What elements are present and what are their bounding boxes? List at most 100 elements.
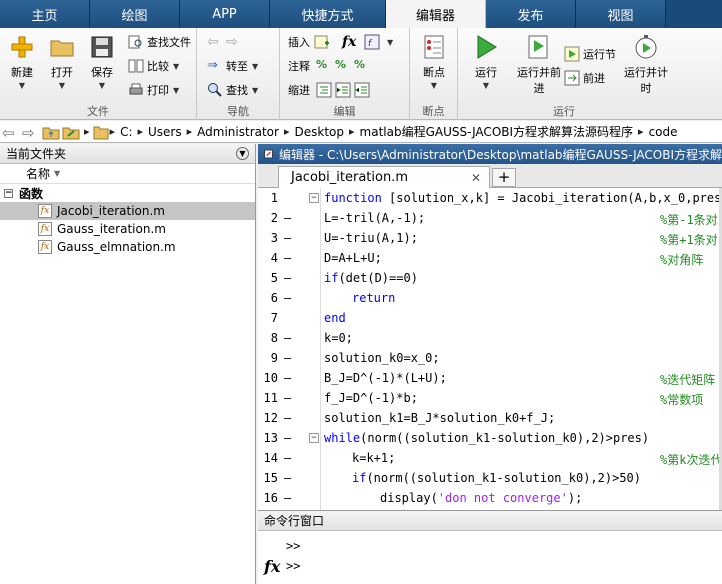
advance-button[interactable]: 前进 <box>564 68 605 88</box>
back-arrow-icon[interactable]: ⇦ <box>2 124 20 142</box>
forward-arrow-icon[interactable]: ⇨ <box>22 124 40 142</box>
new-tab-button[interactable]: + <box>492 168 516 187</box>
line-number: 4 <box>270 251 278 265</box>
run-and-time-button[interactable]: 运行并计时 <box>622 32 670 96</box>
breadcrumb-desktop[interactable]: Desktop <box>295 125 345 139</box>
file-item-gauss-elmnation[interactable]: fx Gauss_elmnation.m <box>0 238 255 256</box>
print-button[interactable]: 打印 ▼ <box>128 80 179 100</box>
breakpoint-marker[interactable]: – <box>284 331 291 345</box>
file-item-gauss-iteration[interactable]: fx Gauss_iteration.m <box>0 220 255 238</box>
insert-button[interactable]: 插入 <box>288 32 333 52</box>
breakpoints-button[interactable]: 断点 ▼ <box>412 32 456 90</box>
editor-tab-jacobi[interactable]: Jacobi_iteration.m ✕ <box>278 166 490 188</box>
breadcrumb-users[interactable]: Users <box>148 125 182 139</box>
indent-button[interactable]: 缩进 <box>288 80 373 100</box>
breakpoint-marker[interactable]: – <box>284 251 291 265</box>
tab-editor[interactable]: 编辑器 <box>386 0 486 28</box>
breakpoint-marker[interactable]: – <box>284 351 291 365</box>
run-button[interactable]: 运行 ▼ <box>464 32 508 90</box>
name-column-header[interactable]: 名称 ▼ <box>0 164 255 184</box>
file-item-jacobi[interactable]: fx Jacobi_iteration.m <box>0 202 255 220</box>
breakpoint-marker[interactable]: – <box>284 491 291 505</box>
code-line[interactable]: 13– − while(norm((solution_k1-solution_k0)… <box>258 428 722 448</box>
address-bar: ⇦ ⇨ ▸ ▸ C: ▸ Users ▸ Administrator ▸ Des… <box>0 121 722 143</box>
code-line[interactable]: 2– L=-tril(A,-1); %第-1条对 <box>258 208 722 228</box>
code-line[interactable]: 16– display('don not converge'); <box>258 488 722 508</box>
tab-publish[interactable]: 发布 <box>486 0 576 28</box>
breakpoint-marker[interactable]: – <box>284 271 291 285</box>
up-folder-icon[interactable] <box>42 124 60 140</box>
code-line[interactable]: 8– k=0; <box>258 328 722 348</box>
current-folder-panel: 当前文件夹 ▼ 名称 ▼ − 函数 fx Jacobi_iteration.m … <box>0 144 256 584</box>
find-files-button[interactable]: 查找文件 <box>128 32 191 52</box>
compare-button[interactable]: 比较 ▼ <box>128 56 179 76</box>
current-folder-title-text: 当前文件夹 <box>6 147 67 161</box>
code-line[interactable]: 1 − function [solution_x,k] = Jacobi_itera… <box>258 188 722 208</box>
name-column-label: 名称 <box>26 167 51 181</box>
code-line[interactable]: 14– k=k+1; %第k次迭代 <box>258 448 722 468</box>
collapse-icon[interactable]: − <box>4 188 13 198</box>
code-line[interactable]: 6– return <box>258 288 722 308</box>
smart-indent-icon <box>316 82 332 98</box>
code-text: solution_k0=x_0; <box>324 351 440 365</box>
line-number: 7 <box>270 311 278 325</box>
panel-menu-icon[interactable]: ▼ <box>236 147 249 160</box>
breadcrumb-project-folder[interactable]: matlab编程GAUSS-JACOBI方程求解算法源码程序 <box>360 123 634 140</box>
code-line[interactable]: 5– if(det(D)==0) <box>258 268 722 288</box>
code-line[interactable]: 15– if(norm((solution_k1-solution_k0),2)>… <box>258 468 722 488</box>
code-line[interactable]: 12– solution_k1=B_J*solution_k0+f_J; <box>258 408 722 428</box>
save-button[interactable]: 保存 ▼ <box>80 32 124 90</box>
breakpoint-marker[interactable]: – <box>284 371 291 385</box>
command-prompt-active[interactable]: >> <box>286 559 300 573</box>
code-text: while(norm((solution_k1-solution_k0),2)>… <box>324 431 650 445</box>
breakpoint-marker[interactable]: – <box>284 411 291 425</box>
breakpoint-marker[interactable]: – <box>284 451 291 465</box>
code-area[interactable]: 1− function [solution_x,k] = Jacobi_itera… <box>258 188 722 510</box>
tab-shortcuts[interactable]: 快捷方式 <box>270 0 386 28</box>
insert-options-button[interactable]: f ▼ <box>364 32 393 52</box>
run-section-button[interactable]: 运行节 <box>564 44 616 64</box>
comment-button[interactable]: 注释 % % % <box>288 56 373 76</box>
new-button[interactable]: 新建 ▼ <box>0 32 44 90</box>
code-comment: %对角阵 <box>660 253 704 267</box>
breakpoints-group-label: 断点 <box>422 105 445 118</box>
goto-button[interactable]: ⇒ 转至 ▼ <box>207 56 258 76</box>
tab-plots[interactable]: 绘图 <box>90 0 180 28</box>
fold-toggle-icon[interactable]: − <box>309 193 319 203</box>
open-button[interactable]: 打开 ▼ <box>40 32 84 90</box>
run-and-advance-button[interactable]: 运行并前进 <box>514 32 564 96</box>
code-comment: %第+1条对 <box>660 233 718 247</box>
keyword: end <box>324 311 346 325</box>
code-line[interactable]: 7 end <box>258 308 722 328</box>
breadcrumb-administrator[interactable]: Administrator <box>197 125 279 139</box>
code-line[interactable]: 3– U=-triu(A,1); %第+1条对 <box>258 228 722 248</box>
browse-folder-icon[interactable] <box>62 124 80 140</box>
line-number: 16 <box>263 491 278 505</box>
functions-group[interactable]: − 函数 <box>0 184 255 202</box>
breakpoint-marker[interactable]: – <box>284 291 291 305</box>
code-line[interactable]: 4– D=A+L+U; %对角阵 <box>258 248 722 268</box>
wrap-comment-icon: % <box>354 58 366 71</box>
find-button[interactable]: 查找 ▼ <box>207 80 258 100</box>
tab-home[interactable]: 主页 <box>0 0 90 28</box>
keyword: return <box>352 291 396 305</box>
fold-toggle-icon[interactable]: − <box>309 433 319 443</box>
breadcrumb-code[interactable]: code <box>649 125 678 139</box>
code-line[interactable]: 9– solution_k0=x_0; <box>258 348 722 368</box>
close-icon[interactable]: ✕ <box>471 171 481 185</box>
insert-function-button[interactable]: fx <box>342 32 356 52</box>
code-line[interactable]: 11– f_J=D^(-1)*b; %常数项 <box>258 388 722 408</box>
breakpoint-marker[interactable]: – <box>284 431 291 445</box>
breakpoint-marker[interactable]: – <box>284 231 291 245</box>
tab-view[interactable]: 视图 <box>576 0 666 28</box>
breakpoint-marker[interactable]: – <box>284 211 291 225</box>
back-forward-buttons[interactable]: ⇦ ⇨ <box>207 32 245 52</box>
editor-tabs: Jacobi_iteration.m ✕ + <box>258 164 722 188</box>
breadcrumb-drive[interactable]: C: <box>120 125 132 139</box>
breakpoint-marker[interactable]: – <box>284 391 291 405</box>
function-browser-button[interactable]: fx <box>264 557 280 576</box>
breakpoint-marker[interactable]: – <box>284 471 291 485</box>
chevron-down-icon: ▼ <box>18 81 26 90</box>
tab-apps[interactable]: APP <box>180 0 270 28</box>
code-line[interactable]: 10– B_J=D^(-1)*(L+U); %迭代矩阵 <box>258 368 722 388</box>
